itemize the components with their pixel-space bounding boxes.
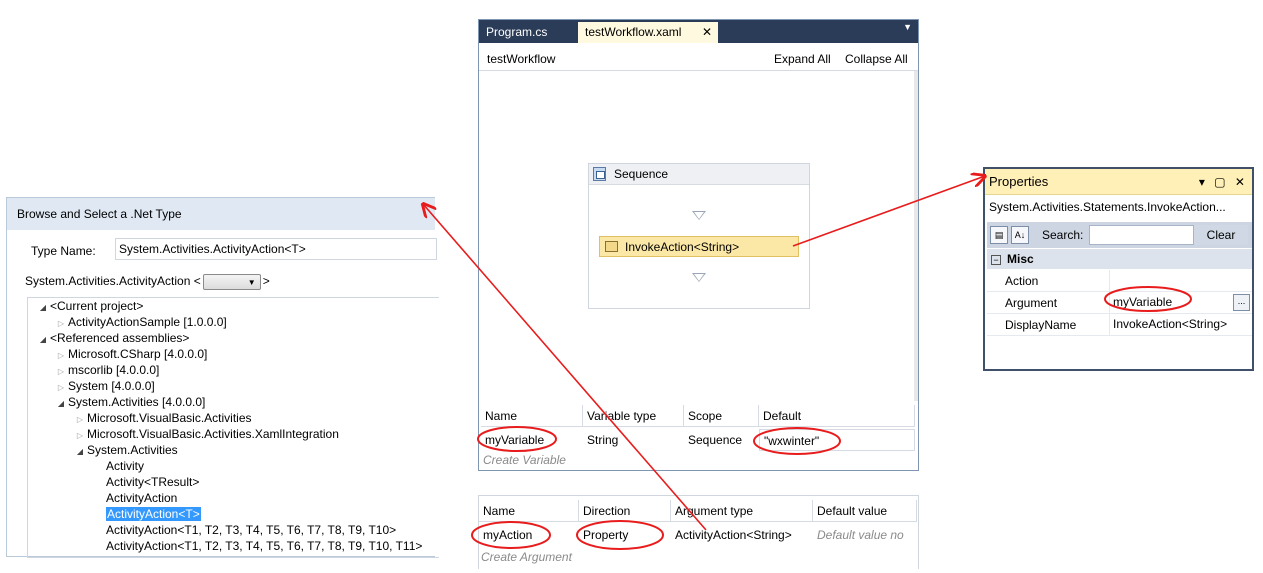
properties-window: Properties ▾ ▢ ✕ System.Activities.State…	[983, 167, 1254, 371]
workflow-designer: Program.cs testWorkflow.xaml ✕ ▼ testWor…	[478, 19, 919, 471]
drop-target-arrow-icon[interactable]	[692, 273, 706, 282]
ellipsis-button[interactable]: ...	[1233, 294, 1250, 311]
sequence-title: Sequence	[614, 167, 669, 181]
tree-node-type-selected[interactable]: ActivityAction<T>	[106, 506, 201, 522]
column-header-default-value[interactable]: Default value	[813, 500, 917, 522]
generic-type-row: System.Activities.ActivityAction < ▼ >	[25, 274, 270, 290]
expanded-toggle-icon[interactable]: ◢	[36, 332, 50, 348]
search-label: Search:	[1042, 228, 1084, 242]
tree-node-type[interactable]: ActivityAction	[106, 490, 177, 506]
column-header-default[interactable]: Default	[759, 405, 915, 427]
variable-type-cell[interactable]: String	[583, 429, 684, 451]
argument-default-cell[interactable]: Default value no	[813, 524, 917, 546]
sort-alphabetical-icon[interactable]: A↓	[1011, 226, 1029, 244]
document-tab-bar: Program.cs testWorkflow.xaml ✕ ▼	[479, 20, 918, 43]
column-header-argument-type[interactable]: Argument type	[671, 500, 813, 522]
expanded-toggle-icon[interactable]: ◢	[54, 396, 68, 412]
tab-test-workflow[interactable]: testWorkflow.xaml ✕	[578, 22, 718, 43]
property-row-action[interactable]: Action	[987, 270, 1252, 292]
generic-type-combo[interactable]: ▼	[202, 274, 261, 290]
sequence-activity[interactable]: Sequence InvokeAction<String>	[588, 163, 810, 309]
category-label: Misc	[1007, 252, 1034, 266]
type-name-label: Type Name:	[31, 244, 96, 258]
property-value[interactable]: InvokeAction<String>	[1109, 314, 1227, 335]
window-buttons[interactable]: ▾ ▢ ✕	[1199, 169, 1248, 195]
argument-name-cell[interactable]: myAction	[479, 524, 579, 546]
expanded-toggle-icon[interactable]: ◢	[36, 300, 50, 316]
dialog-title: Browse and Select a .Net Type	[7, 198, 435, 230]
column-header-variable-type[interactable]: Variable type	[583, 405, 684, 427]
breadcrumb[interactable]: testWorkflow	[487, 52, 555, 66]
invoke-action-activity[interactable]: InvokeAction<String>	[599, 236, 799, 257]
tree-node-type[interactable]: Activity<TResult>	[106, 474, 199, 490]
tab-program-cs[interactable]: Program.cs	[479, 22, 554, 43]
expanded-toggle-icon[interactable]: ◢	[73, 444, 87, 460]
variable-name-cell[interactable]: myVariable	[481, 429, 583, 451]
property-row-displayname[interactable]: DisplayName InvokeAction<String>	[987, 314, 1252, 336]
property-name: Argument	[1005, 296, 1058, 310]
designer-header: testWorkflow Expand All Collapse All	[479, 43, 918, 71]
create-argument-link[interactable]: Create Argument	[481, 550, 572, 564]
browse-type-dialog: Browse and Select a .Net Type Type Name:…	[6, 197, 439, 558]
categorized-icon[interactable]: ▤	[990, 226, 1008, 244]
type-tree[interactable]: ◢ <Current project> ▷ ActivityActionSample…	[27, 297, 439, 558]
create-variable-link[interactable]: Create Variable	[483, 453, 566, 467]
variable-default-cell[interactable]: "wxwinter"	[759, 429, 915, 451]
sequence-icon	[593, 167, 606, 181]
expand-all-link[interactable]: Expand All	[774, 52, 831, 66]
chevron-down-icon: ▼	[247, 278, 256, 287]
collapse-icon[interactable]: −	[991, 254, 1001, 265]
clear-button[interactable]: Clear	[1194, 225, 1248, 245]
argument-type-cell[interactable]: ActivityAction<String>	[671, 524, 813, 546]
tree-node-type[interactable]: ActivityAction<T1, T2, T3, T4, T5, T6, T…	[106, 538, 422, 554]
sequence-header: Sequence	[589, 164, 809, 185]
invoke-action-icon	[605, 241, 618, 252]
property-row-argument[interactable]: Argument myVariable ...	[987, 292, 1252, 314]
tree-node-type[interactable]: ActivityAction<T1, T2, T3, T4, T5, T6, T…	[106, 522, 396, 538]
vertical-scrollbar[interactable]	[914, 71, 918, 401]
column-header-direction[interactable]: Direction	[579, 500, 671, 522]
properties-toolbar: ▤ A↓ Search: Clear	[987, 222, 1252, 248]
chevron-down-icon[interactable]: ▼	[903, 22, 912, 32]
properties-title: Properties	[989, 174, 1049, 189]
tree-node-type[interactable]: Activity	[106, 458, 144, 474]
property-name: Action	[1005, 274, 1039, 288]
search-input[interactable]	[1089, 225, 1194, 245]
column-header-scope[interactable]: Scope	[684, 405, 759, 427]
tab-label: testWorkflow.xaml	[585, 25, 682, 39]
column-header-name[interactable]: Name	[479, 500, 579, 522]
generic-prefix: System.Activities.ActivityAction <	[25, 274, 201, 289]
drop-target-arrow-icon[interactable]	[692, 211, 706, 220]
category-misc[interactable]: − Misc	[987, 249, 1252, 269]
property-value[interactable]	[1109, 270, 1113, 291]
collapse-all-link[interactable]: Collapse All	[845, 52, 908, 66]
argument-direction-cell[interactable]: Property	[579, 524, 671, 546]
arguments-panel: Name Direction Argument type Default val…	[478, 495, 919, 569]
property-value[interactable]: myVariable	[1109, 292, 1172, 313]
selected-type-label: System.Activities.Statements.InvokeActio…	[989, 200, 1226, 214]
type-name-input[interactable]: System.Activities.ActivityAction<T>	[115, 238, 437, 260]
variable-scope-cell[interactable]: Sequence	[684, 429, 759, 451]
close-icon[interactable]: ✕	[702, 22, 712, 43]
property-name: DisplayName	[1005, 318, 1077, 332]
invoke-action-label: InvokeAction<String>	[625, 240, 740, 254]
properties-title-bar: Properties ▾ ▢ ✕	[985, 169, 1252, 195]
generic-suffix: >	[262, 274, 270, 289]
column-header-name[interactable]: Name	[481, 405, 583, 427]
